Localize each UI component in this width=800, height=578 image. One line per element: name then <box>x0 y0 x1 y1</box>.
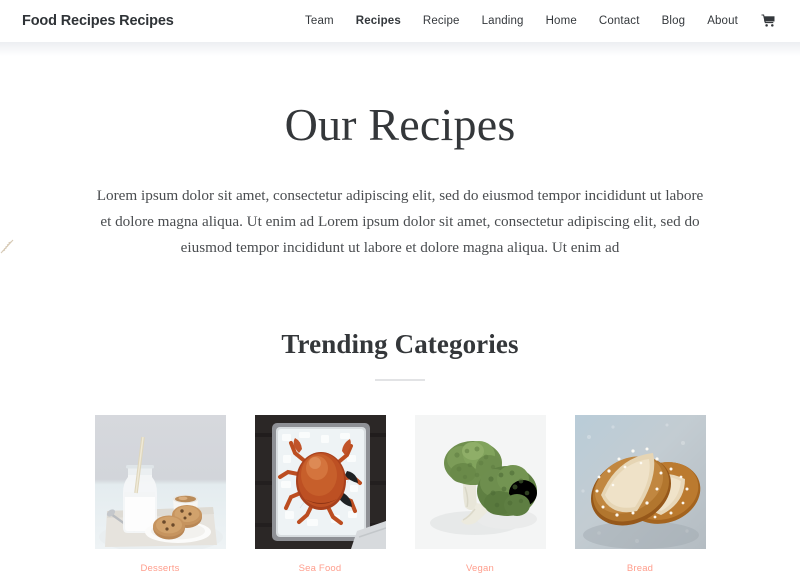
site-header: Food Recipes Recipes Team Recipes Recipe… <box>0 0 800 42</box>
nav-item-recipe[interactable]: Recipe <box>412 15 471 27</box>
wheat-decor-icon <box>0 238 16 254</box>
nav-item-about[interactable]: About <box>696 15 749 27</box>
hero-section: Our Recipes Lorem ipsum dolor sit amet, … <box>0 42 800 261</box>
category-card-desserts[interactable]: Desserts <box>94 415 226 575</box>
shopping-cart-icon[interactable] <box>749 14 780 28</box>
hero-paragraph: Lorem ipsum dolor sit amet, consectetur … <box>96 186 704 256</box>
brand-logo[interactable]: Food Recipes Recipes <box>22 13 174 29</box>
crab-on-ice-photo <box>254 415 386 550</box>
trending-categories-section: Trending Categories Desserts Sea Food Ve… <box>0 329 800 574</box>
category-card-sea-food[interactable]: Sea Food <box>254 415 386 575</box>
nav-item-team[interactable]: Team <box>294 15 345 27</box>
category-card-bread[interactable]: Bread <box>574 415 706 575</box>
nav-item-blog[interactable]: Blog <box>651 15 697 27</box>
section-title: Trending Categories <box>281 329 519 360</box>
category-label-vegan: Vegan <box>466 563 494 575</box>
broccoli-photo <box>414 415 546 550</box>
nav-item-contact[interactable]: Contact <box>588 15 651 27</box>
main-navigation: Team Recipes Recipe Landing Home Contact… <box>294 14 780 28</box>
nav-item-recipes[interactable]: Recipes <box>345 15 412 27</box>
milk-bottle-cookies-photo <box>94 415 226 550</box>
header-shadow <box>0 42 800 56</box>
pretzel-rolls-photo <box>574 415 706 550</box>
nav-item-home[interactable]: Home <box>535 15 588 27</box>
category-label-sea-food: Sea Food <box>298 563 342 575</box>
category-label-desserts: Desserts <box>140 563 180 575</box>
nav-item-landing[interactable]: Landing <box>471 15 535 27</box>
title-divider <box>375 379 425 382</box>
category-card-list: Desserts Sea Food Vegan Bread <box>0 415 800 574</box>
page-title: Our Recipes <box>284 99 516 150</box>
category-card-vegan[interactable]: Vegan <box>414 415 546 575</box>
category-label-bread: Bread <box>626 563 654 575</box>
